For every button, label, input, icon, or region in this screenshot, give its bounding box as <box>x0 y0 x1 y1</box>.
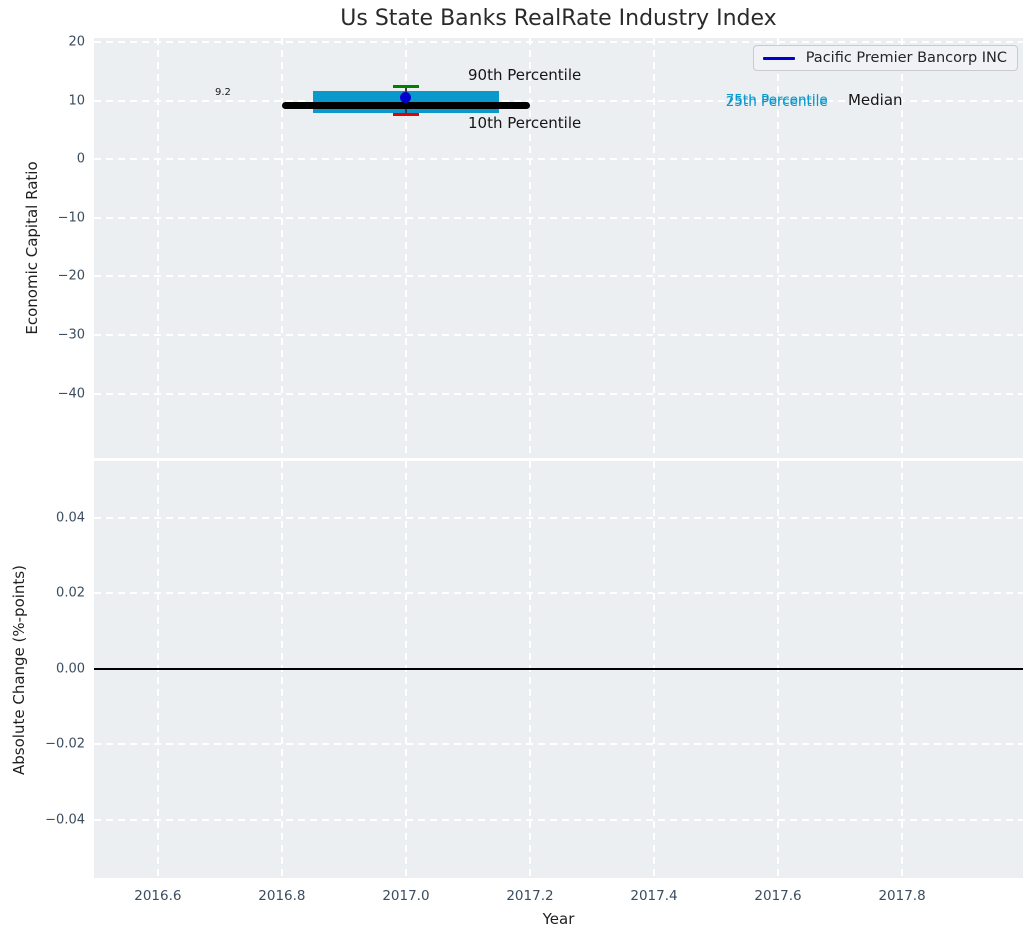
x-tick-label: 2016.6 <box>134 888 182 904</box>
annotation-median-value: 9.2 <box>214 87 231 98</box>
x-tick-label: 2017.8 <box>878 888 926 904</box>
x-tick-label: 2017.4 <box>630 888 678 904</box>
y-gridline <box>94 158 1023 161</box>
p10-cap <box>392 112 419 116</box>
y-tick-label: −10 <box>57 210 85 226</box>
x-tick-label: 2017.0 <box>382 888 430 904</box>
y-axis-label-top: Economic Capital Ratio <box>23 161 41 335</box>
top-plot: Pacific Premier Bancorp INC 20 10 0 −10 −20 −… <box>58 35 1023 458</box>
y-tick-label: −0.02 <box>45 736 85 752</box>
legend-label: Pacific Premier Bancorp INC <box>805 50 1007 66</box>
y-tick-label: −40 <box>57 386 85 402</box>
annotation-25th-percentile: 25th Percentile <box>725 93 828 110</box>
y-tick-label: −20 <box>57 268 85 284</box>
legend-line-sample <box>762 56 795 60</box>
y-tick-label: 0.02 <box>56 585 85 601</box>
legend: Pacific Premier Bancorp INC <box>752 45 1018 71</box>
y-gridline <box>94 818 1023 821</box>
x-axis-label: Year <box>542 910 575 928</box>
y-tick-label: 0.00 <box>56 661 85 677</box>
p90-cap <box>392 85 419 89</box>
y-gridline <box>94 41 1023 44</box>
y-gridline <box>94 392 1023 395</box>
y-axis-label-bottom: Absolute Change (%-points) <box>10 565 28 775</box>
x-tick-label: 2016.8 <box>258 888 306 904</box>
y-tick-label: −30 <box>57 327 85 343</box>
annotation-90th-percentile: 90th Percentile <box>468 66 582 84</box>
annotation-median: Median <box>847 91 903 110</box>
y-tick-label: 20 <box>68 34 85 50</box>
x-tick-label: 2017.2 <box>506 888 554 904</box>
y-tick-label: 0 <box>76 151 85 167</box>
figure: Us State Banks RealRate Industry Index P… <box>0 0 1034 942</box>
annotation-10th-percentile: 10th Percentile <box>468 114 582 133</box>
y-tick-label: 10 <box>68 93 85 109</box>
y-gridline <box>94 592 1023 595</box>
y-tick-label: −0.04 <box>45 812 85 828</box>
y-gridline <box>94 333 1023 336</box>
y-gridline <box>94 216 1023 219</box>
y-gridline <box>94 275 1023 278</box>
y-tick-label: 0.04 <box>56 510 85 526</box>
chart-title: Us State Banks RealRate Industry Index <box>340 6 777 31</box>
x-tick-label: 2017.6 <box>754 888 802 904</box>
y-gridline <box>94 743 1023 746</box>
zero-line <box>94 667 1023 670</box>
y-gridline <box>94 516 1023 519</box>
bottom-plot: 2016.6 2016.8 2017.0 2017.2 2017.4 2017.6 2017… <box>45 461 1023 904</box>
